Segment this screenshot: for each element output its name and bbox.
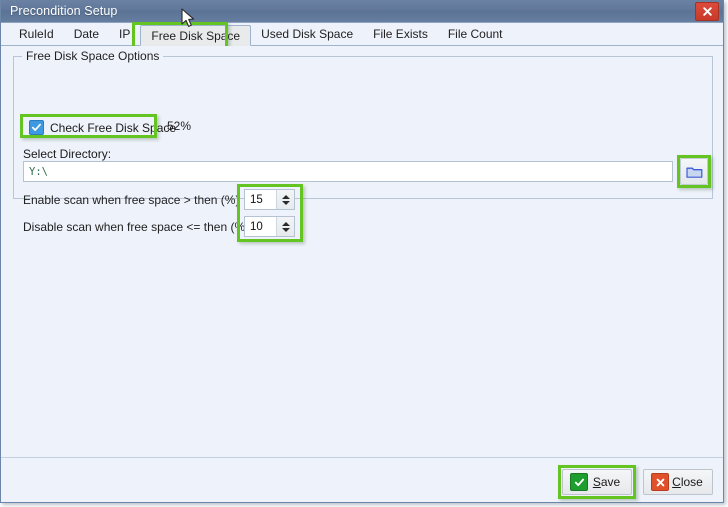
save-accel-key: S: [592, 475, 601, 489]
group-title: Free Disk Space Options: [22, 49, 164, 63]
disable-scan-threshold-value[interactable]: 10: [245, 217, 276, 236]
save-button-label: Save: [588, 475, 631, 489]
disable-scan-spin-up-icon[interactable]: [281, 221, 290, 226]
check-free-disk-space-row[interactable]: Check Free Disk Space: [25, 117, 182, 138]
close-button[interactable]: Close: [643, 469, 713, 495]
disable-scan-threshold-label: Disable scan when free space <= then (%): [23, 220, 250, 234]
check-free-disk-space-checkbox[interactable]: [29, 120, 44, 135]
close-button-label: Close: [669, 475, 712, 489]
tab-file-exists[interactable]: File Exists: [363, 24, 438, 45]
tab-ruleid[interactable]: RuleId: [9, 24, 64, 45]
save-button[interactable]: Save: [562, 469, 632, 495]
green-check-icon: [570, 473, 588, 491]
save-label-rest: ave: [600, 475, 621, 489]
window-title: Precondition Setup: [10, 4, 118, 18]
tab-ip[interactable]: IP: [109, 24, 140, 45]
tab-used-disk-space[interactable]: Used Disk Space: [251, 24, 363, 45]
tab-free-disk-space[interactable]: Free Disk Space: [140, 25, 252, 46]
close-label-rest: lose: [680, 475, 703, 489]
enable-scan-spin-down-icon[interactable]: [281, 200, 290, 205]
disable-scan-spin-down-icon[interactable]: [281, 227, 290, 232]
tab-bar: RuleId Date IP Free Disk Space Used Disk…: [1, 22, 723, 49]
directory-input[interactable]: Y:\: [23, 161, 673, 182]
enable-scan-threshold-value[interactable]: 15: [245, 190, 276, 209]
check-free-disk-space-wrapper[interactable]: Check Free Disk Space: [25, 117, 182, 138]
folder-icon: [685, 167, 702, 178]
enable-scan-threshold-label: Enable scan when free space > then (%): [23, 193, 240, 207]
dialog-window: Precondition Setup RuleId Date IP Free D…: [0, 0, 724, 503]
free-space-percent-value: 52%: [167, 119, 192, 133]
tab-date[interactable]: Date: [64, 24, 109, 45]
select-directory-label: Select Directory:: [23, 147, 112, 161]
tab-file-count[interactable]: File Count: [438, 24, 513, 45]
tab-content-panel: Free Disk Space Options Check Free Disk …: [1, 46, 723, 458]
close-accel-key: C: [672, 475, 681, 489]
enable-scan-threshold-spinner[interactable]: 15: [244, 189, 295, 210]
enable-scan-spin-up-icon[interactable]: [281, 194, 290, 199]
close-x-icon: [702, 7, 712, 16]
disable-scan-threshold-spinner[interactable]: 10: [244, 216, 295, 237]
enable-scan-spin-buttons[interactable]: [276, 190, 294, 209]
directory-input-value: Y:\: [29, 165, 48, 178]
checkmark-icon: [31, 123, 41, 131]
red-x-icon: [651, 473, 669, 491]
browse-directory-button[interactable]: [680, 158, 708, 185]
title-bar: Precondition Setup: [1, 0, 723, 23]
window-close-button[interactable]: [695, 2, 719, 21]
check-free-disk-space-label: Check Free Disk Space: [50, 120, 177, 135]
disable-scan-spin-buttons[interactable]: [276, 217, 294, 236]
